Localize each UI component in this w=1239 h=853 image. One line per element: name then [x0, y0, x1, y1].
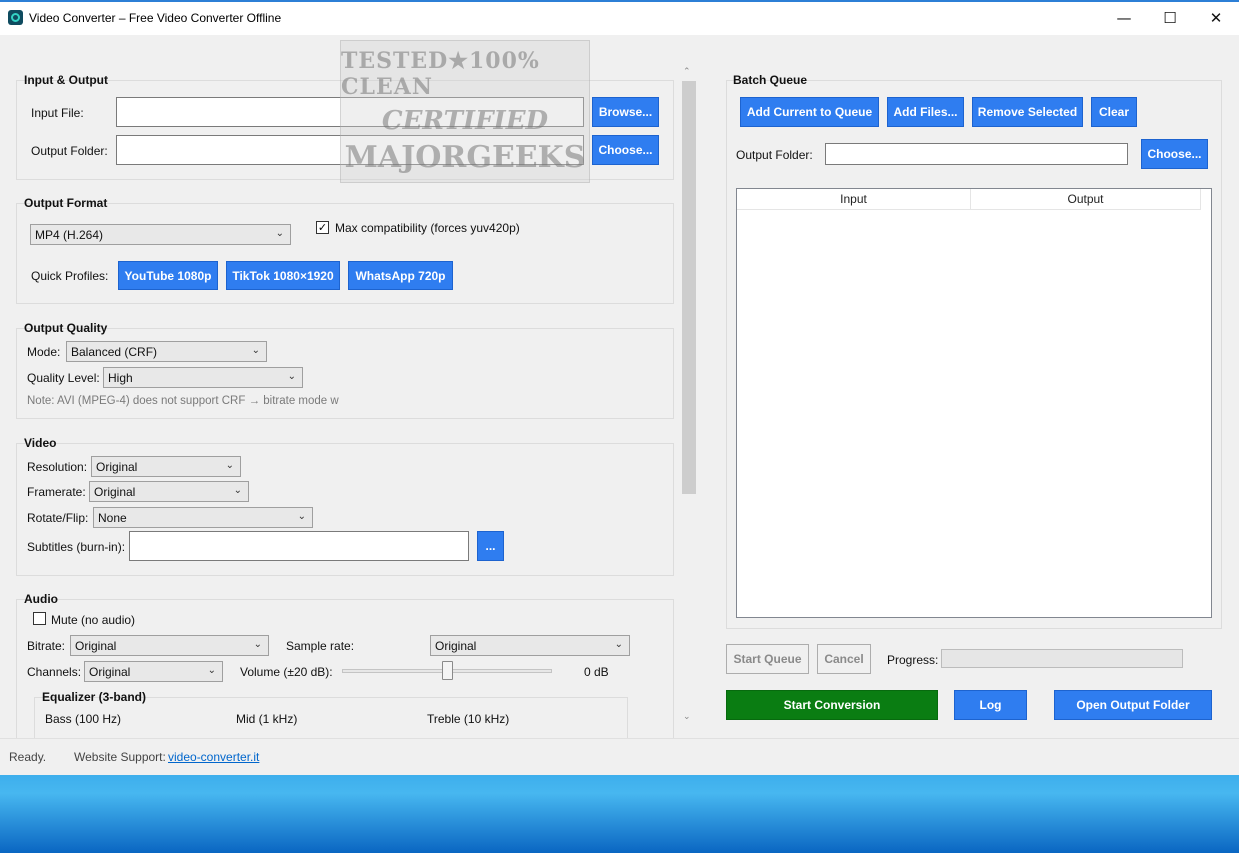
batch-choose-button[interactable]: Choose...: [1141, 139, 1208, 169]
chevron-down-icon: ⌄: [287, 371, 296, 382]
chevron-down-icon: ⌄: [225, 460, 234, 471]
mute-label: Mute (no audio): [51, 613, 136, 627]
profile-youtube-button[interactable]: YouTube 1080p: [118, 261, 218, 290]
video-title: Video: [24, 436, 57, 450]
profile-whatsapp-button[interactable]: WhatsApp 720p: [348, 261, 453, 290]
bitrate-select[interactable]: Original ⌄: [70, 635, 269, 656]
mode-select-value: Balanced (CRF): [71, 344, 158, 359]
app-icon: [8, 10, 23, 25]
max-compat-label: Max compatibility (forces yuv420p): [335, 221, 520, 235]
cancel-button[interactable]: Cancel: [817, 644, 871, 674]
scroll-up-icon[interactable]: ⌃: [683, 67, 691, 77]
status-text: Ready.: [9, 750, 47, 764]
eq-treble-label: Treble (10 kHz): [427, 712, 510, 726]
add-current-to-queue-button[interactable]: Add Current to Queue: [740, 97, 879, 127]
chevron-down-icon: ⌄: [253, 639, 262, 650]
input-file-field[interactable]: [116, 97, 584, 127]
output-quality-title: Output Quality: [24, 321, 108, 335]
browse-button[interactable]: Browse...: [592, 97, 659, 127]
batch-output-folder-field[interactable]: [825, 143, 1128, 165]
status-bar: Ready. Website Support: video-converter.…: [0, 738, 1239, 775]
framerate-value: Original: [94, 484, 136, 499]
output-folder-field[interactable]: [116, 135, 584, 165]
resolution-label: Resolution:: [27, 460, 88, 474]
sample-rate-select[interactable]: Original ⌄: [430, 635, 630, 656]
channels-label: Channels:: [27, 665, 82, 679]
subtitles-field[interactable]: [129, 531, 469, 561]
scroll-down-icon[interactable]: ⌄: [683, 712, 691, 722]
choose-output-button[interactable]: Choose...: [592, 135, 659, 165]
sample-rate-value: Original: [435, 638, 477, 653]
output-folder-label: Output Folder:: [31, 144, 108, 158]
bitrate-label: Bitrate:: [27, 639, 66, 653]
resolution-select[interactable]: Original ⌄: [91, 456, 241, 477]
framerate-label: Framerate:: [27, 485, 86, 499]
remove-selected-button[interactable]: Remove Selected: [972, 97, 1083, 127]
chevron-down-icon: ⌄: [275, 228, 284, 239]
resolution-value: Original: [96, 459, 138, 474]
scrollbar-thumb[interactable]: [682, 81, 696, 494]
subtitles-label: Subtitles (burn-in):: [27, 540, 126, 554]
input-file-label: Input File:: [31, 106, 84, 120]
rotate-flip-value: None: [98, 510, 127, 525]
support-label: Website Support:: [74, 750, 166, 764]
progress-label: Progress:: [887, 653, 939, 667]
chevron-down-icon: ⌄: [614, 639, 623, 650]
minimize-button[interactable]: —: [1101, 2, 1147, 34]
mode-label: Mode:: [27, 345, 61, 359]
output-format-panel: [16, 203, 674, 304]
rotate-flip-select[interactable]: None ⌄: [93, 507, 313, 528]
format-select-value: MP4 (H.264): [35, 227, 104, 242]
profile-tiktok-button[interactable]: TikTok 1080×1920: [226, 261, 340, 290]
max-compat-checkbox[interactable]: ✓: [316, 221, 329, 234]
volume-label: Volume (±20 dB):: [240, 665, 333, 679]
start-queue-button[interactable]: Start Queue: [726, 644, 809, 674]
chevron-down-icon: ⌄: [251, 345, 260, 356]
volume-value: 0 dB: [584, 665, 609, 679]
queue-table[interactable]: Input Output: [736, 188, 1212, 618]
quick-profiles-label: Quick Profiles:: [31, 269, 109, 283]
input-output-panel: [16, 80, 674, 180]
title-bar: Video Converter – Free Video Converter O…: [0, 2, 1239, 35]
format-select[interactable]: MP4 (H.264) ⌄: [30, 224, 291, 245]
quality-level-label: Quality Level:: [27, 371, 100, 385]
mute-checkbox[interactable]: [33, 612, 46, 625]
open-output-folder-button[interactable]: Open Output Folder: [1054, 690, 1212, 720]
mode-select[interactable]: Balanced (CRF) ⌄: [66, 341, 267, 362]
log-button[interactable]: Log: [954, 690, 1027, 720]
batch-output-folder-label: Output Folder:: [736, 148, 813, 162]
support-link[interactable]: video-converter.it: [168, 750, 259, 764]
audio-title: Audio: [24, 592, 58, 606]
eq-mid-label: Mid (1 kHz): [236, 712, 298, 726]
quality-note: Note: AVI (MPEG-4) does not support CRF …: [27, 395, 339, 407]
sample-rate-label: Sample rate:: [286, 639, 355, 653]
close-button[interactable]: ✕: [1193, 2, 1239, 34]
column-header-input[interactable]: Input: [737, 189, 971, 210]
eq-bass-label: Bass (100 Hz): [45, 712, 122, 726]
column-header-output[interactable]: Output: [971, 189, 1201, 210]
add-files-button[interactable]: Add Files...: [887, 97, 964, 127]
chevron-down-icon: ⌄: [207, 665, 216, 676]
quality-level-select[interactable]: High ⌄: [103, 367, 303, 388]
quality-level-value: High: [108, 370, 133, 385]
chevron-down-icon: ⌄: [233, 485, 242, 496]
batch-queue-title: Batch Queue: [733, 73, 808, 87]
chevron-down-icon: ⌄: [297, 511, 306, 522]
start-conversion-button[interactable]: Start Conversion: [726, 690, 938, 720]
subtitles-browse-button[interactable]: ...: [477, 531, 504, 561]
input-output-title: Input & Output: [24, 73, 108, 87]
maximize-button[interactable]: ☐: [1147, 2, 1193, 34]
volume-slider-thumb[interactable]: [441, 661, 453, 680]
framerate-select[interactable]: Original ⌄: [89, 481, 249, 502]
clear-button[interactable]: Clear: [1091, 97, 1137, 127]
equalizer-title: Equalizer (3-band): [42, 690, 147, 704]
left-scrollbar[interactable]: ⌃ ⌄: [680, 66, 698, 730]
bitrate-value: Original: [75, 638, 117, 653]
window-title: Video Converter – Free Video Converter O…: [29, 11, 282, 25]
channels-value: Original: [89, 664, 131, 679]
progress-bar: [941, 649, 1183, 668]
rotate-flip-label: Rotate/Flip:: [27, 511, 89, 525]
channels-select[interactable]: Original ⌄: [84, 661, 223, 682]
output-format-title: Output Format: [24, 196, 108, 210]
